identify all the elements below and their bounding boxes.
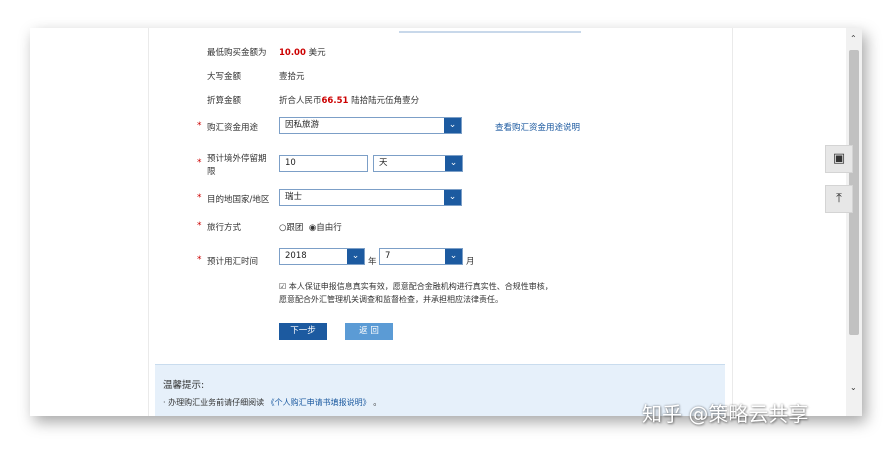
chevron-down-icon: ⌄: [445, 249, 462, 264]
month-unit: 月: [466, 257, 475, 267]
stay-period-label-2: 限: [207, 167, 216, 177]
scroll-up-icon[interactable]: ⌃: [850, 34, 857, 43]
year-select[interactable]: 2018 ⌄: [279, 248, 365, 265]
application-guide-link[interactable]: 《个人购汇申请书填报说明》: [267, 398, 371, 407]
stay-unit-value: 天: [379, 158, 388, 168]
stay-unit-select[interactable]: 天 ⌄: [373, 155, 463, 172]
radio-self-guided[interactable]: ◉自由行: [309, 223, 342, 233]
min-amount-label: 最低购买金额为: [207, 48, 267, 58]
min-amount-row: 10.00 美元: [279, 46, 326, 58]
min-amount-unit: 美元: [308, 48, 326, 58]
min-amount-value: 10.00: [279, 48, 306, 58]
destination-label: 目的地国家/地区: [207, 195, 270, 205]
destination-select[interactable]: 瑞士 ⌄: [279, 189, 462, 206]
agreement-line-1: ☑ 本人保证申报信息真实有效，愿意配合金融机构进行真实性、合规性审核，: [279, 282, 553, 291]
converted-value: 66.51: [321, 96, 349, 106]
purpose-select[interactable]: 因私旅游 ⌄: [279, 117, 462, 134]
radio-group-tour[interactable]: ○跟团: [279, 223, 303, 233]
month-select[interactable]: 7 ⌄: [379, 248, 463, 265]
required-mark: *: [197, 255, 202, 265]
scroll-down-icon[interactable]: ⌄: [850, 383, 857, 392]
tips-title: 温馨提示:: [163, 380, 205, 391]
purpose-label: 购汇资金用途: [207, 123, 259, 133]
stay-period-label-1: 预计境外停留期: [207, 154, 267, 164]
uppercase-amount-value: 壹拾元: [279, 72, 305, 82]
destination-value: 瑞士: [285, 192, 303, 202]
purpose-help-link[interactable]: 查看购汇资金用途说明: [495, 121, 580, 133]
required-mark: *: [197, 221, 202, 231]
tips-item: · 办理购汇业务前请仔细阅读 《个人购汇申请书填报说明》 。: [163, 398, 382, 407]
chevron-down-icon: ⌄: [347, 249, 364, 264]
next-button[interactable]: 下一步: [279, 323, 327, 340]
scrollbar[interactable]: ⌃ ⌄: [846, 28, 862, 416]
chevron-down-icon: ⌄: [444, 118, 461, 133]
left-margin: [30, 28, 148, 416]
agreement-checkbox[interactable]: ☑: [279, 282, 286, 291]
stay-period-input[interactable]: 10: [279, 155, 368, 172]
required-mark: *: [197, 158, 202, 168]
year-value: 2018: [285, 251, 307, 261]
tips-panel: 温馨提示: · 办理购汇业务前请仔细阅读 《个人购汇申请书填报说明》 。: [155, 364, 725, 416]
form-panel: 最低购买金额为 10.00 美元 大写金额 壹拾元 折算金额 折合人民币66.5…: [148, 28, 733, 416]
usage-time-label: 预计用汇时间: [207, 257, 259, 267]
converted-amount-row: 折合人民币66.51 陆拾陆元伍角壹分: [279, 94, 419, 106]
year-unit: 年: [368, 257, 377, 267]
screenshot-frame: 最低购买金额为 10.00 美元 大写金额 壹拾元 折算金额 折合人民币66.5…: [30, 28, 862, 416]
contact-card-icon[interactable]: ▣: [825, 145, 853, 173]
month-value: 7: [385, 251, 391, 261]
travel-mode-options: ○跟团 ◉自由行: [279, 221, 342, 233]
required-mark: *: [197, 121, 202, 131]
converted-words: 陆拾陆元伍角壹分: [351, 96, 420, 106]
chevron-down-icon: ⌄: [444, 190, 461, 205]
agreement-line-2: 愿意配合外汇管理机关调查和监督检查，并承担相应法律责任。: [279, 295, 503, 304]
top-field-edge: [399, 28, 581, 33]
purpose-value: 因私旅游: [285, 120, 320, 130]
travel-mode-label: 旅行方式: [207, 223, 242, 233]
required-mark: *: [197, 193, 202, 203]
back-button[interactable]: 返 回: [345, 323, 393, 340]
uppercase-amount-label: 大写金额: [207, 72, 242, 82]
back-to-top-icon[interactable]: ⤒: [825, 185, 853, 213]
converted-prefix: 折合人民币: [279, 96, 322, 106]
chevron-down-icon: ⌄: [445, 156, 462, 171]
converted-amount-label: 折算金额: [207, 96, 242, 106]
watermark: 知乎 @策略云共享: [642, 402, 809, 426]
